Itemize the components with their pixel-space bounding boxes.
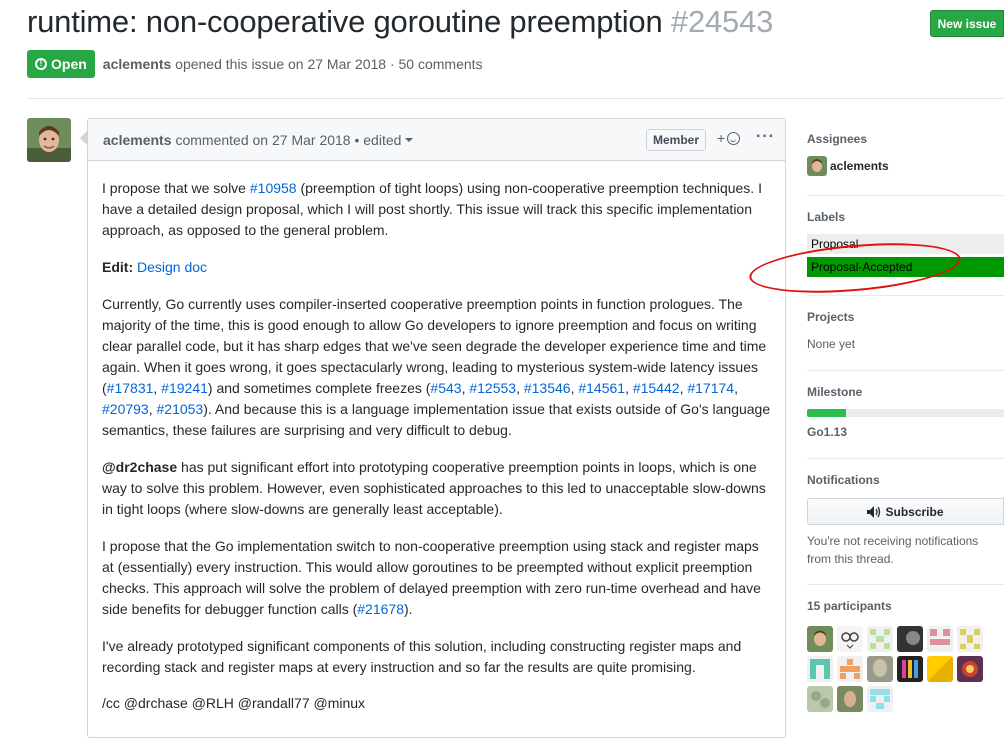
issue-link-10958[interactable]: #10958 — [250, 180, 297, 196]
smiley-icon — [727, 131, 741, 145]
participant-avatar[interactable] — [897, 656, 923, 682]
issue-number: #24543 — [670, 4, 774, 39]
status-label: Open — [51, 56, 87, 72]
sidebar-divider — [807, 584, 1004, 585]
milestone-progress-bar — [807, 409, 1004, 417]
paragraph-1: I propose that we solve #10958 (preempti… — [102, 180, 762, 238]
issue-link-17174[interactable]: #17174 — [687, 380, 734, 396]
comment-meta[interactable]: commented on 27 Mar 2018 • edited — [175, 132, 401, 148]
paragraph-6: I've already prototyped significant comp… — [102, 638, 742, 675]
participant-avatar[interactable] — [807, 686, 833, 712]
speaker-icon — [867, 505, 881, 518]
paragraph-5: I propose that the Go implementation swi… — [102, 538, 761, 617]
sidebar-divider — [807, 295, 1004, 296]
comment-header: aclements commented on 27 Mar 2018 • edi… — [88, 119, 785, 161]
add-reaction-button[interactable]: + — [717, 130, 741, 146]
header-divider — [27, 98, 1004, 99]
labels-title[interactable]: Labels — [807, 210, 845, 224]
participant-avatar[interactable] — [867, 686, 893, 712]
issue-link-13546[interactable]: #13546 — [524, 380, 571, 396]
subscribe-label: Subscribe — [885, 504, 944, 519]
chevron-down-icon[interactable] — [405, 137, 414, 142]
assignee-item[interactable]: aclements — [807, 156, 889, 176]
sidebar-divider — [807, 458, 1004, 459]
issue-opened-text: opened this issue on 27 Mar 2018 · 50 co… — [175, 56, 483, 72]
assignees-title[interactable]: Assignees — [807, 132, 867, 146]
notifications-title: Notifications — [807, 473, 880, 487]
issue-link-543[interactable]: #543 — [430, 380, 461, 396]
participant-avatar[interactable] — [897, 626, 923, 652]
participant-avatar[interactable] — [867, 656, 893, 682]
participants-title: 15 participants — [807, 599, 892, 613]
projects-value: None yet — [807, 337, 856, 351]
paragraph-3: Currently, Go currently uses compiler-in… — [102, 296, 771, 438]
paragraph-edit: Edit: Design doc — [102, 257, 207, 278]
issue-link-21678[interactable]: #21678 — [357, 601, 404, 617]
participant-avatar[interactable] — [927, 656, 953, 682]
issue-meta: ! Open aclements opened this issue on 27… — [27, 50, 483, 78]
edit-label: Edit: — [102, 259, 134, 275]
status-badge: ! Open — [27, 50, 95, 78]
assignee-avatar — [807, 156, 827, 176]
design-doc-link[interactable]: Design doc — [137, 259, 207, 275]
participant-avatar[interactable] — [927, 626, 953, 652]
paragraph-4: @dr2chase has put significant effort int… — [102, 459, 766, 517]
assignee-name: aclements — [830, 159, 889, 173]
plus-icon: + — [717, 130, 726, 146]
sidebar-divider — [807, 195, 1004, 196]
participant-avatar[interactable] — [957, 626, 983, 652]
participant-avatar[interactable] — [837, 656, 863, 682]
new-issue-button[interactable]: New issue — [930, 10, 1004, 37]
participant-avatar[interactable] — [807, 656, 833, 682]
issue-author-link[interactable]: aclements — [103, 56, 171, 72]
sidebar-divider — [807, 370, 1004, 371]
notifications-text: You're not receiving notifications from … — [807, 534, 979, 566]
issue-link-17831[interactable]: #17831 — [107, 380, 154, 396]
issue-link-19241[interactable]: #19241 — [161, 380, 208, 396]
comment-author-link[interactable]: aclements — [103, 132, 171, 148]
mention-dr2chase[interactable]: @dr2chase — [102, 459, 177, 475]
issue-title-text: runtime: non-cooperative goroutine preem… — [27, 4, 663, 39]
milestone-link[interactable]: Go1.13 — [807, 425, 847, 439]
participant-avatar[interactable] — [867, 626, 893, 652]
milestone-progress-fill — [807, 409, 847, 417]
issue-title: runtime: non-cooperative goroutine preem… — [27, 4, 773, 40]
participant-avatar[interactable] — [957, 656, 983, 682]
comment-box: aclements commented on 27 Mar 2018 • edi… — [80, 118, 786, 738]
issue-link-21053[interactable]: #21053 — [157, 401, 204, 417]
participant-avatar[interactable] — [837, 686, 863, 712]
issue-link-14561[interactable]: #14561 — [578, 380, 625, 396]
paragraph-cc: /cc @drchase @RLH @randall77 @minux — [102, 695, 366, 711]
projects-title[interactable]: Projects — [807, 310, 854, 324]
issue-link-20793[interactable]: #20793 — [102, 401, 149, 417]
subscribe-button[interactable]: Subscribe — [807, 498, 1004, 525]
participant-avatar[interactable] — [807, 626, 833, 652]
milestone-title[interactable]: Milestone — [807, 385, 862, 399]
issue-link-15442[interactable]: #15442 — [633, 380, 680, 396]
more-options-icon[interactable]: ··· — [756, 128, 775, 146]
participant-avatar[interactable] — [837, 626, 863, 652]
avatar[interactable] — [27, 118, 71, 162]
issue-link-12553[interactable]: #12553 — [469, 380, 516, 396]
issue-opened-icon: ! — [35, 58, 47, 70]
member-badge: Member — [646, 129, 707, 151]
participants-list — [807, 626, 1004, 712]
